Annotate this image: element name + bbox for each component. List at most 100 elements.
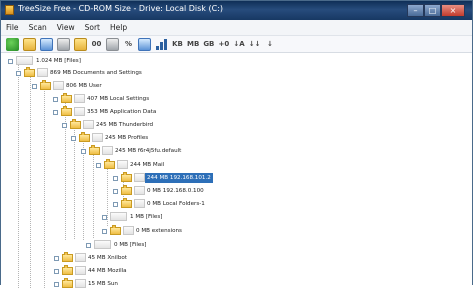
tree-row[interactable]: 44 MB Mozilla xyxy=(54,265,142,276)
expander-icon[interactable] xyxy=(113,202,118,207)
tree-row[interactable]: 1.024 MB [Files] xyxy=(8,56,106,66)
tree-item-label: 244 MB 192.168.101.2 xyxy=(145,173,213,183)
tree-row[interactable]: 407 MB Local Settings xyxy=(53,93,155,104)
tree-item-label: 0 MB [Files] xyxy=(114,242,147,248)
size-bar xyxy=(75,253,86,262)
tree-item-label: 15 MB Sun xyxy=(88,281,118,287)
expander-icon[interactable] xyxy=(53,110,58,115)
tree-guide-line xyxy=(44,87,45,288)
expander-icon[interactable] xyxy=(54,269,59,274)
scan-icon[interactable] xyxy=(6,37,19,51)
tree-row[interactable]: 244 MB Mail xyxy=(96,159,192,170)
size-bar xyxy=(134,173,145,182)
tree-item-label: 869 MB Documents and Settings xyxy=(50,70,142,76)
sort-size-text[interactable]: ↓↓ xyxy=(249,40,261,48)
tree-row[interactable]: 0 MB 192.168.0.100 xyxy=(113,185,259,196)
tree-guide-line xyxy=(30,74,31,288)
window-controls: – □ × xyxy=(407,4,465,17)
directory-tree: 1.024 MB [Files] 869 MB Documents and Set… xyxy=(1,54,472,288)
tree-guide-line xyxy=(107,166,108,226)
folder-icon xyxy=(104,159,115,169)
tree-row[interactable]: 15 MB Sun xyxy=(54,278,135,289)
expander-icon[interactable] xyxy=(53,97,58,102)
size-bar xyxy=(37,68,48,77)
expander-icon[interactable] xyxy=(102,215,107,220)
arrow-text[interactable]: +0 xyxy=(218,40,230,48)
expander-icon[interactable] xyxy=(96,163,101,168)
percent-text[interactable]: % xyxy=(123,40,134,48)
expander-icon[interactable] xyxy=(113,176,118,181)
expander-icon[interactable] xyxy=(54,256,59,261)
bars-icon[interactable] xyxy=(155,38,168,51)
tree-item-label: 245 MB f6r4j5fu.default xyxy=(115,148,182,154)
expander-icon[interactable] xyxy=(8,59,13,64)
tree-icon[interactable] xyxy=(138,37,151,51)
folder-icon[interactable] xyxy=(23,37,36,51)
tree-row[interactable]: 353 MB Application Data xyxy=(53,106,171,117)
tree-row[interactable]: 0 MB extensions xyxy=(102,225,212,236)
tree-row[interactable]: 244 MB 192.168.101.2 xyxy=(113,172,258,183)
close-button[interactable]: × xyxy=(441,4,465,17)
tree-item-label: 0 MB 192.168.0.100 xyxy=(147,188,204,194)
expander-icon[interactable] xyxy=(71,136,76,141)
toolbar: 00% KB MB GB +0 ↓A ↓↓ ↓ xyxy=(1,36,472,53)
expander-icon[interactable] xyxy=(32,84,37,89)
chart-icon[interactable] xyxy=(106,37,119,51)
tree-row[interactable]: 245 MB Thunderbird xyxy=(62,119,166,130)
tree-item-label: 45 MB Xnilbot xyxy=(88,255,127,261)
size-bar xyxy=(134,186,145,195)
menu-sort[interactable]: Sort xyxy=(80,23,105,32)
expander-icon[interactable] xyxy=(81,149,86,154)
menu-file[interactable]: File xyxy=(1,23,24,32)
menu-bar: File Scan View Sort Help xyxy=(1,20,472,36)
expander-icon[interactable] xyxy=(62,123,67,128)
print-icon[interactable] xyxy=(57,37,70,51)
tree-row[interactable]: 245 MB Profiles xyxy=(71,132,171,143)
tree-row[interactable]: 1 MB [Files] xyxy=(102,212,193,222)
size-bar xyxy=(53,81,64,90)
minimize-button[interactable]: – xyxy=(407,4,424,17)
expander-icon[interactable] xyxy=(113,189,118,194)
folder-icon xyxy=(40,80,51,90)
treesize-window: TreeSize Free - CD-ROM Size - Drive: Loc… xyxy=(0,0,473,288)
folder-icon xyxy=(121,198,132,208)
mb-text[interactable]: MB xyxy=(187,40,199,48)
tree-item-label: 245 MB Profiles xyxy=(105,135,149,141)
tree-item-label: 245 MB Thunderbird xyxy=(96,122,154,128)
tree-row[interactable]: 45 MB Xnilbot xyxy=(54,252,142,263)
maximize-button[interactable]: □ xyxy=(424,4,441,17)
folder-icon xyxy=(24,67,35,77)
folder-icon xyxy=(62,278,73,288)
menu-help[interactable]: Help xyxy=(105,23,132,32)
folder-icon xyxy=(121,172,132,182)
sort-down-text[interactable]: ↓ xyxy=(264,40,275,48)
folder-icon xyxy=(121,185,132,195)
tree-guide-line xyxy=(93,152,94,238)
expander-icon[interactable] xyxy=(102,229,107,234)
tree-row[interactable]: 245 MB f6r4j5fu.default xyxy=(81,145,223,156)
menu-scan[interactable]: Scan xyxy=(24,23,52,32)
tree-row[interactable]: 0 MB [Files] xyxy=(86,240,171,250)
size-bar xyxy=(83,120,94,129)
sort-text[interactable]: ↓A xyxy=(233,40,244,48)
folder-icon xyxy=(70,119,81,129)
tree-row[interactable]: 869 MB Documents and Settings xyxy=(16,67,142,78)
tree-guide-line xyxy=(74,126,75,239)
open-icon[interactable] xyxy=(74,37,87,51)
refresh-icon[interactable] xyxy=(40,37,53,51)
expander-icon[interactable] xyxy=(86,243,91,248)
gb-text[interactable]: GB xyxy=(203,40,214,48)
tree-guide-line xyxy=(18,62,19,288)
folder-icon xyxy=(62,252,73,262)
tree-item-label: 44 MB Mozilla xyxy=(88,268,127,274)
kb-text[interactable]: KB xyxy=(172,40,183,48)
menu-view[interactable]: View xyxy=(52,23,80,32)
size-bar xyxy=(134,199,145,208)
size-bar xyxy=(102,146,113,155)
folder-icon xyxy=(62,265,73,275)
tree-row[interactable]: 0 MB Local Folders-1 xyxy=(113,198,260,209)
tree-row[interactable]: 806 MB User xyxy=(32,80,110,91)
size-text[interactable]: 00 xyxy=(91,40,102,48)
expander-icon[interactable] xyxy=(16,71,21,76)
tree-guide-line xyxy=(83,140,84,240)
